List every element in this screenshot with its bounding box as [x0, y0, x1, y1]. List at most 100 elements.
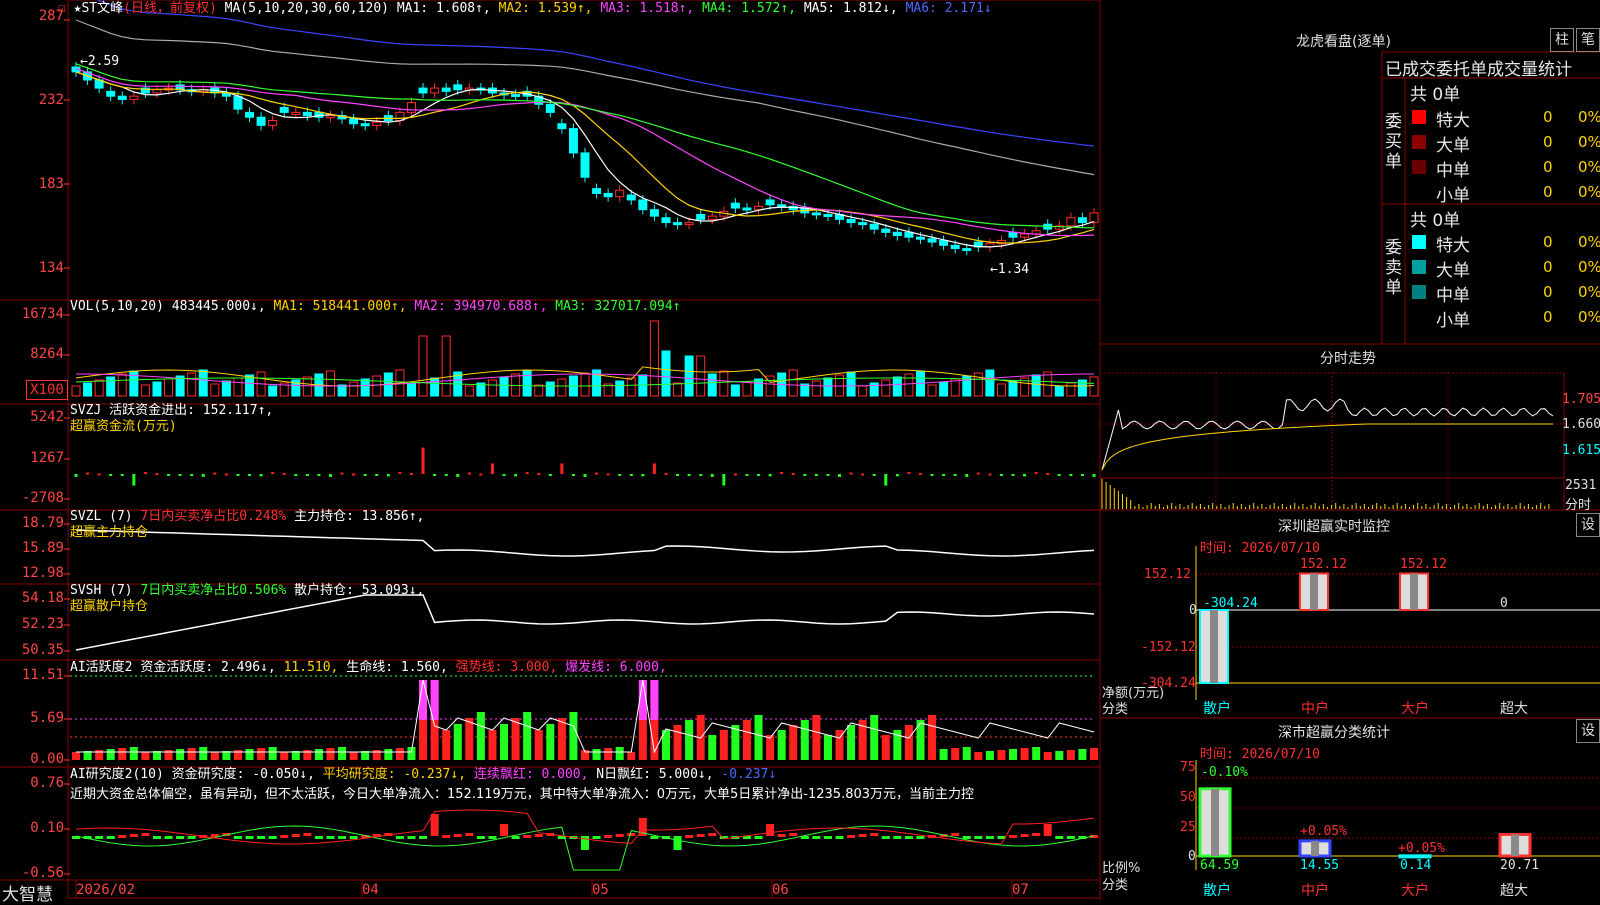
candle-body — [915, 236, 925, 240]
fund-flow-bar — [190, 474, 194, 476]
retail-position-line — [75, 594, 1095, 651]
activity-bar — [615, 747, 624, 760]
activity-bar — [719, 730, 728, 760]
research-bar — [858, 834, 867, 837]
bar-mode-button[interactable]: 柱 — [1550, 28, 1574, 52]
research-bar — [453, 834, 462, 837]
candle-body — [129, 95, 139, 100]
fs-avg-line — [1101, 423, 1553, 471]
activity-bar — [395, 748, 404, 760]
xaxis-label: 07 — [1012, 882, 1029, 898]
volume-bar — [360, 378, 370, 397]
period-label[interactable]: (日线，前复权) — [123, 1, 217, 16]
fund-flow-bar — [294, 474, 298, 476]
ai1-d: 强势线: 3.000, — [455, 660, 558, 675]
volume-bar — [846, 371, 856, 397]
research-bar — [338, 836, 347, 839]
volume-bar — [673, 382, 683, 397]
volume-bar — [950, 378, 960, 397]
vol-value: 483445.000↓, — [171, 299, 266, 314]
research-bar — [1066, 836, 1075, 839]
buy-side-label: 委买单 — [1385, 112, 1402, 172]
chart-canvas[interactable] — [0, 0, 1600, 900]
research-bar — [1032, 833, 1041, 836]
research-bar — [314, 836, 323, 839]
candle-body — [1089, 212, 1099, 224]
candle-body — [418, 87, 428, 94]
fs-ytick: 1.615 — [1562, 443, 1600, 458]
candle-body — [152, 89, 162, 94]
volume-bar — [1054, 385, 1064, 397]
fund-flow-bar — [988, 473, 992, 476]
ma1-value: MA1: 1.608↑, — [396, 1, 491, 16]
vol-unit[interactable]: X100 — [26, 380, 68, 400]
activity-bar — [939, 749, 948, 760]
stock-name[interactable]: ★ST文峰 — [74, 1, 123, 16]
volume-bar — [94, 379, 104, 397]
candle-body — [430, 87, 440, 94]
volume-bar — [684, 355, 694, 397]
fund-flow-bar — [907, 472, 911, 475]
fund-flow-bar — [282, 473, 286, 476]
fund-flow-bar — [618, 474, 622, 476]
activity-bar — [442, 730, 451, 760]
fund-flow-bar — [976, 472, 980, 475]
ma4-value: MA4: 1.572↑, — [702, 1, 796, 16]
volume-bar — [106, 376, 116, 397]
fund-flow-bar — [178, 474, 182, 476]
fund-flow-bar — [213, 472, 217, 475]
ai1-header: AI活跃度2 资金活跃度: 2.496↓, 11.510, 生命线: 1.560… — [70, 660, 667, 676]
vol-ytick: 8264 — [30, 346, 64, 362]
order-count: 0 — [1543, 183, 1553, 201]
cls-bar — [1398, 854, 1432, 859]
fund-flow-bar — [652, 463, 656, 474]
cls-pct: -0.10% — [1201, 765, 1248, 780]
cls-settings-button[interactable]: 设 — [1576, 719, 1600, 743]
fund-flow-bar — [699, 474, 703, 476]
research-bar — [1009, 835, 1018, 838]
volume-bar — [499, 376, 509, 397]
volume-bar — [545, 381, 555, 397]
fund-flow-bar — [745, 474, 749, 476]
candle-body — [256, 116, 266, 126]
volume-bar — [534, 384, 544, 397]
svzl-ytick: 15.89 — [21, 540, 64, 556]
fund-flow-bar — [722, 474, 726, 486]
activity-bar — [766, 735, 775, 760]
ma6-value: MA6: 2.171↓ — [905, 1, 992, 16]
order-type: 大单 — [1436, 136, 1470, 156]
volume-bar — [129, 370, 139, 397]
fund-flow-bar — [791, 473, 795, 476]
vol-ma2: MA2: 394970.688↑, — [414, 299, 548, 314]
fund-flow-bar — [236, 474, 240, 476]
fund-flow-bar — [409, 473, 413, 476]
main-ytick: 183 — [38, 176, 64, 192]
volume-bar — [140, 384, 150, 397]
sz-title: 深圳超赢实时监控 — [1278, 519, 1390, 535]
volume-bar — [1066, 382, 1076, 397]
activity-bar — [500, 724, 509, 760]
activity-bar — [511, 718, 520, 760]
research-bar — [904, 836, 913, 839]
fund-flow-bar — [710, 474, 714, 477]
cls-value: 64.59 — [1200, 858, 1240, 873]
sz-value-label: 0 — [1500, 596, 1508, 611]
activity-bar — [384, 749, 393, 760]
order-color-swatch — [1412, 310, 1426, 324]
ai1-e: 爆发线: 6.000, — [565, 660, 667, 675]
activity-bar — [962, 747, 971, 760]
research-bar — [476, 836, 485, 839]
fund-flow-bar — [259, 474, 263, 477]
tick-mode-button[interactable]: 笔 — [1576, 28, 1600, 52]
fund-flow-bar — [595, 472, 599, 475]
candle-body — [106, 90, 116, 97]
sz-settings-button[interactable]: 设 — [1576, 513, 1600, 537]
xaxis-label: 04 — [362, 882, 379, 898]
fund-flow-bar — [872, 474, 876, 476]
research-bar — [1020, 834, 1029, 837]
fund-flow-bar — [838, 474, 841, 477]
research-bar — [141, 833, 150, 836]
research-bar — [604, 835, 613, 838]
ai2-b: 平均研究度: -0.237↓, — [322, 767, 467, 782]
volume-bar — [187, 372, 197, 397]
